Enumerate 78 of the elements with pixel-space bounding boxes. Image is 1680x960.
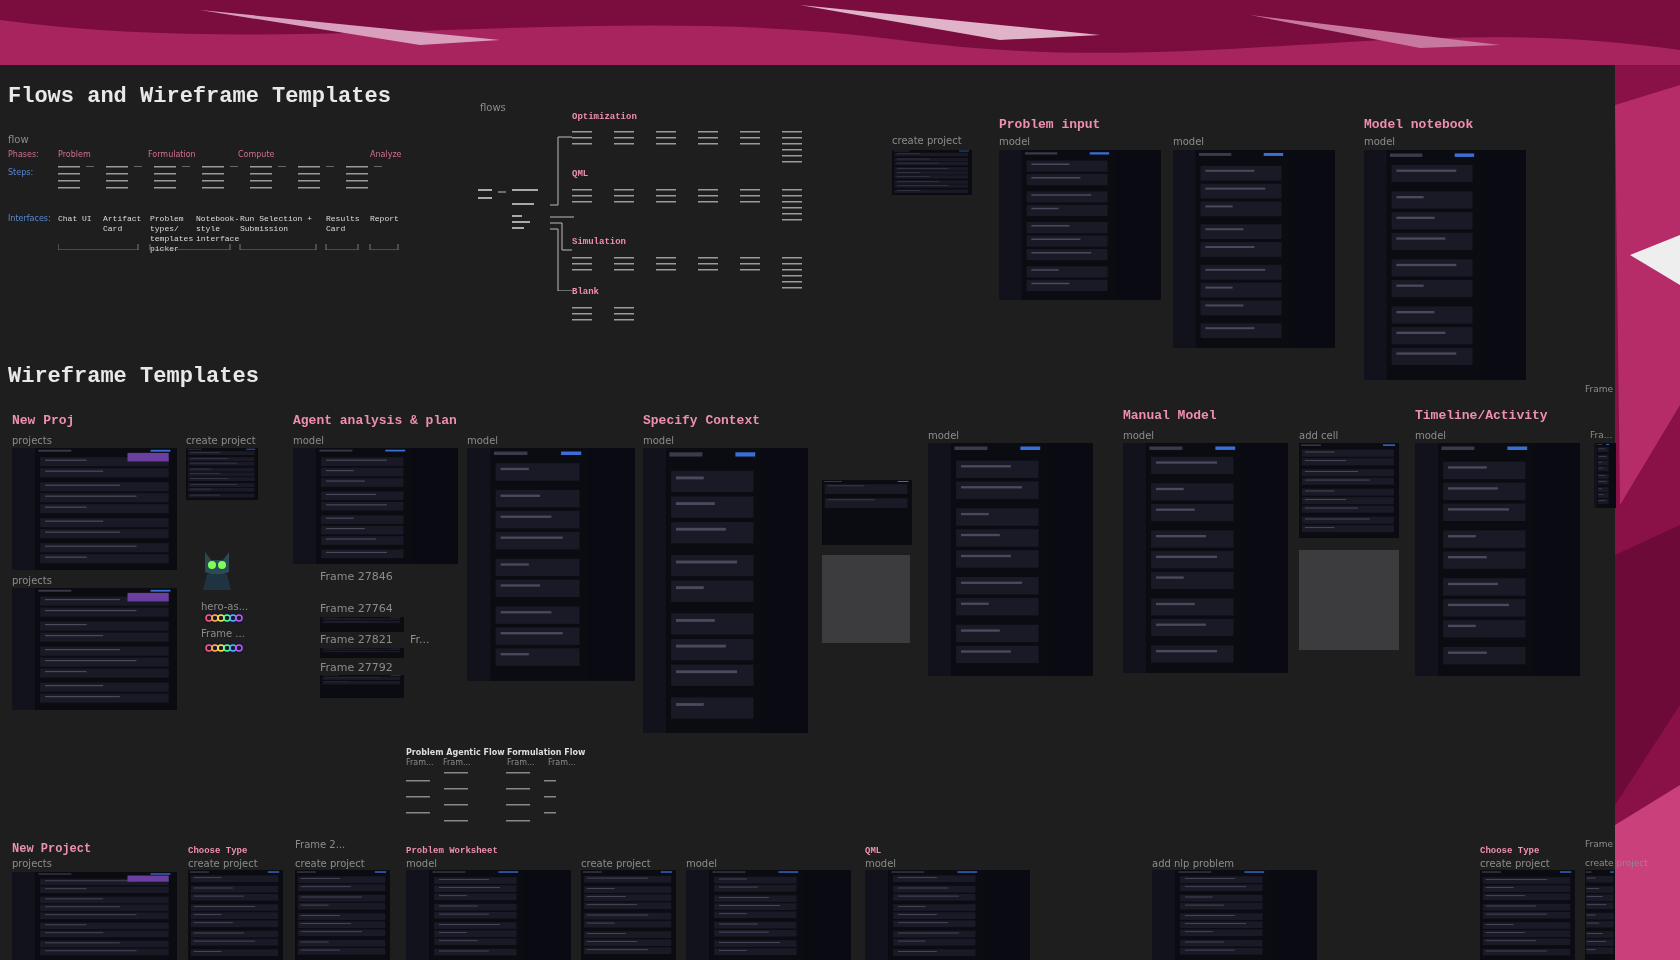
frame-label: Frame 27821 [320,633,393,646]
page-title: Flows and Wireframe Templates [8,84,391,109]
hero-banner-drawing [203,612,243,624]
frame-label: Frame 2... [295,839,346,850]
frame-label: model [686,858,718,869]
section-heading: Timeline/Activity [1415,408,1548,423]
frame-label: create project [295,858,365,869]
phase-label: Compute [238,150,275,159]
frame-label: flow [8,134,29,145]
row-label: Phases: [8,150,39,159]
section-heading: Choose Type [1480,846,1540,856]
frame-label: Frame 27792 [320,661,393,674]
section-heading: Choose Type [188,846,248,856]
section-heading: QML [865,846,882,856]
frame-label: create project [1585,858,1648,868]
frame-label: Fr... [410,633,430,646]
frame-label: create project [186,435,256,446]
phase-label: Analyze [370,150,402,159]
frame-label: flows [480,102,506,113]
frame-label: Fram... [406,758,434,767]
frame-label: Frame 27846 [320,570,393,583]
section-heading: Problem input [999,117,1101,132]
branch-heading: Simulation [572,237,626,247]
frame-label: Fram... [507,758,535,767]
frame-label: model [1364,136,1396,147]
frame-label: create project [188,858,258,869]
frame-label: Fram... [548,758,576,767]
section-heading: New Proj [12,413,75,428]
frame-label: create project [892,135,962,146]
page-title: Wireframe Templates [8,364,259,389]
section-heading: New Project [12,842,92,856]
section-heading: Agent analysis & plan [293,413,457,428]
frame-label: model [406,858,438,869]
frame-label: add cell [1299,430,1339,441]
frame-label: model [865,858,897,869]
phase-label: Formulation [148,150,196,159]
frame-label: model [293,435,325,446]
phase-label: Problem [58,150,91,159]
frame-label: model [999,136,1031,147]
wireframe-drawing [186,448,258,500]
frame-label: model [1415,430,1447,441]
flow-note: Formulation Flow [507,748,586,757]
section-heading: Model notebook [1364,117,1474,132]
frame-label: projects [12,435,52,446]
frame-label: Frame 27764 [320,602,393,615]
frame-label: Frame [1585,384,1614,394]
hero-banner-drawing [203,642,243,654]
interface-label: Report [370,214,400,224]
frame-label: Fra... [1590,430,1613,440]
interface-label: Notebook-style interface [196,214,240,244]
section-heading: Specify Context [643,413,761,428]
frame-label: projects [12,858,52,869]
branch-heading: QML [572,169,589,179]
interface-label: Problem types/ templates picker [150,214,194,254]
interface-label: Run Selection + Submission [240,214,313,234]
branch-heading: Optimization [572,112,637,122]
frame-label: model [643,435,675,446]
frame-label: projects [12,575,52,586]
frame-label: model [467,435,499,446]
frame-label: create project [1480,858,1550,869]
flow-note: Problem Agentic Flow [406,748,505,757]
section-heading: Manual Model [1123,408,1217,423]
frame-label: model [928,430,960,441]
frame-label: add nlp problem [1152,858,1235,869]
interface-label: Results Card [326,214,361,234]
frame-label: create project [581,858,651,869]
row-label: Steps: [8,168,34,177]
frame-label: Fram... [443,758,471,767]
frame-label: model [1123,430,1155,441]
frame-label: Frame ... [201,628,245,639]
row-label: Interfaces: [8,214,51,223]
branch-heading: Blank [572,287,599,297]
section-heading: Problem Worksheet [406,846,498,856]
frame-label: hero-as... [201,601,249,612]
frame-label: model [1173,136,1205,147]
frame-label: Frame [1585,839,1614,849]
interface-label: Artifact Card [103,214,143,234]
interface-label: Chat UI [58,214,93,224]
